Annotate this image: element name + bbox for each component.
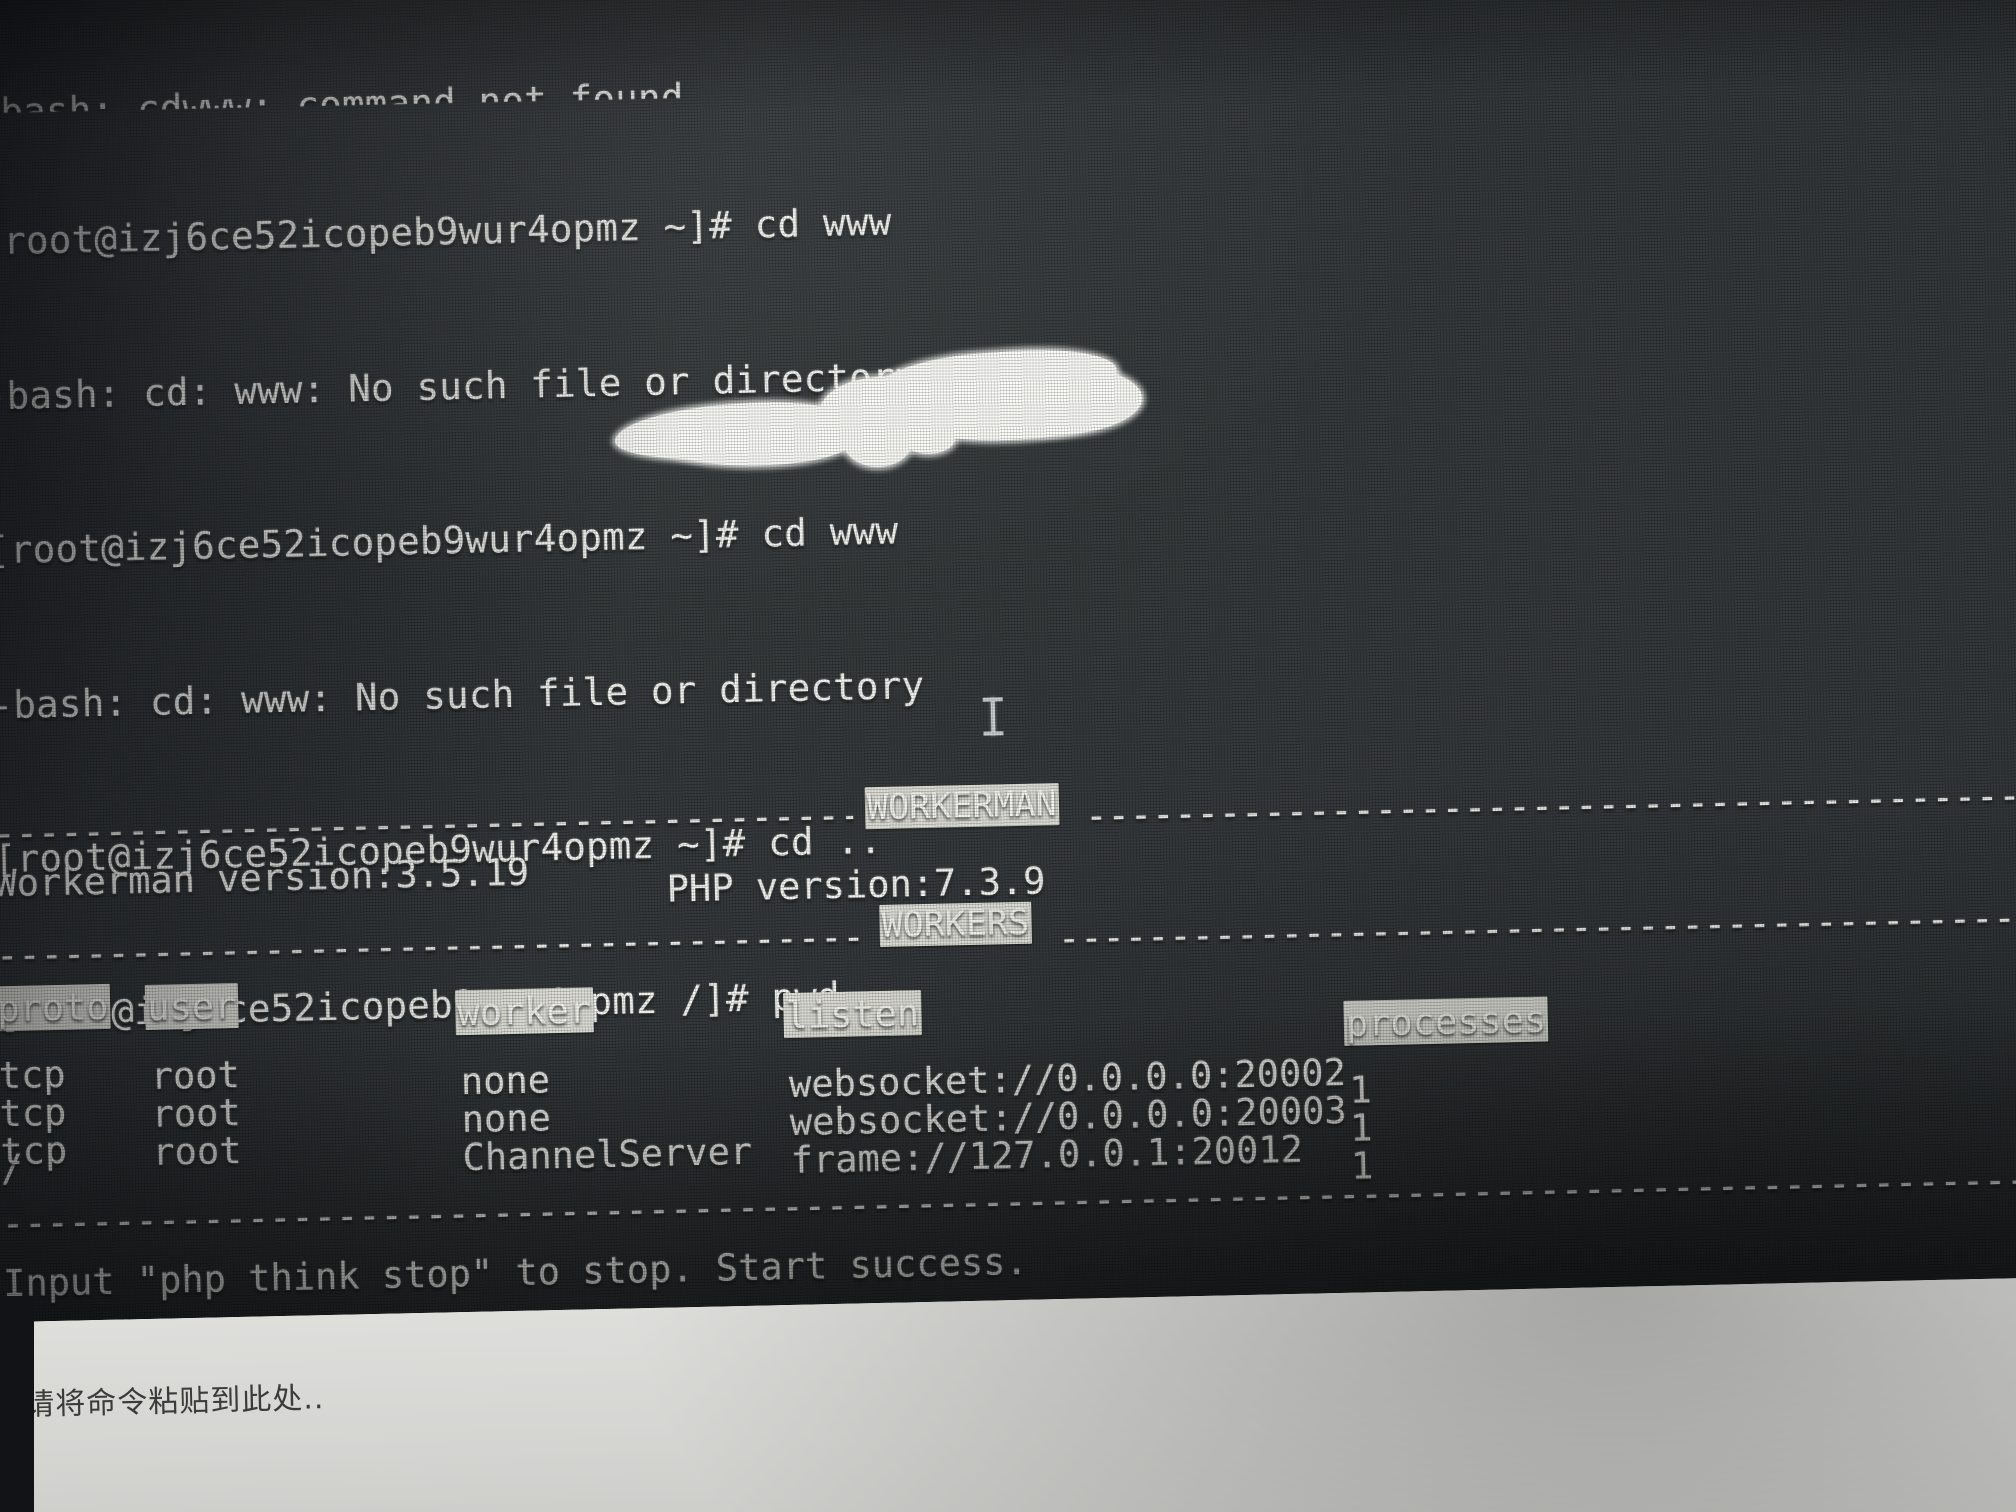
- terminal-line-2: -bash: cd: www: No such file or director…: [0, 353, 918, 418]
- paste-command-placeholder: 请将命令粘贴到此处..: [23, 1381, 325, 1423]
- terminal-window[interactable]: -bash: cdwww: command not found [root@iz…: [0, 0, 2016, 1499]
- terminal-line-0: -bash: cdwww: command not found: [0, 75, 685, 114]
- terminal-screenshot-photo: -bash: cdwww: command not found [root@iz…: [0, 0, 2016, 1512]
- monitor-bezel-left: [0, 1296, 34, 1512]
- text-cursor-icon: [990, 697, 996, 736]
- workerman-version: Workerman version:3.5.19: [0, 850, 530, 906]
- terminal-line-3: [root@izj6ce52icopeb9wur4opmz ~]# cd www: [0, 508, 899, 573]
- terminal-line-4: -bash: cd: www: No such file or director…: [0, 662, 925, 727]
- workerman-banner-label: WORKERMAN: [864, 783, 1060, 830]
- workerman-status-block: ----------------------------------------…: [0, 772, 2016, 1305]
- terminal-line-1: [root@izj6ce52icopeb9wur4opmz ~]# cd www: [0, 199, 892, 264]
